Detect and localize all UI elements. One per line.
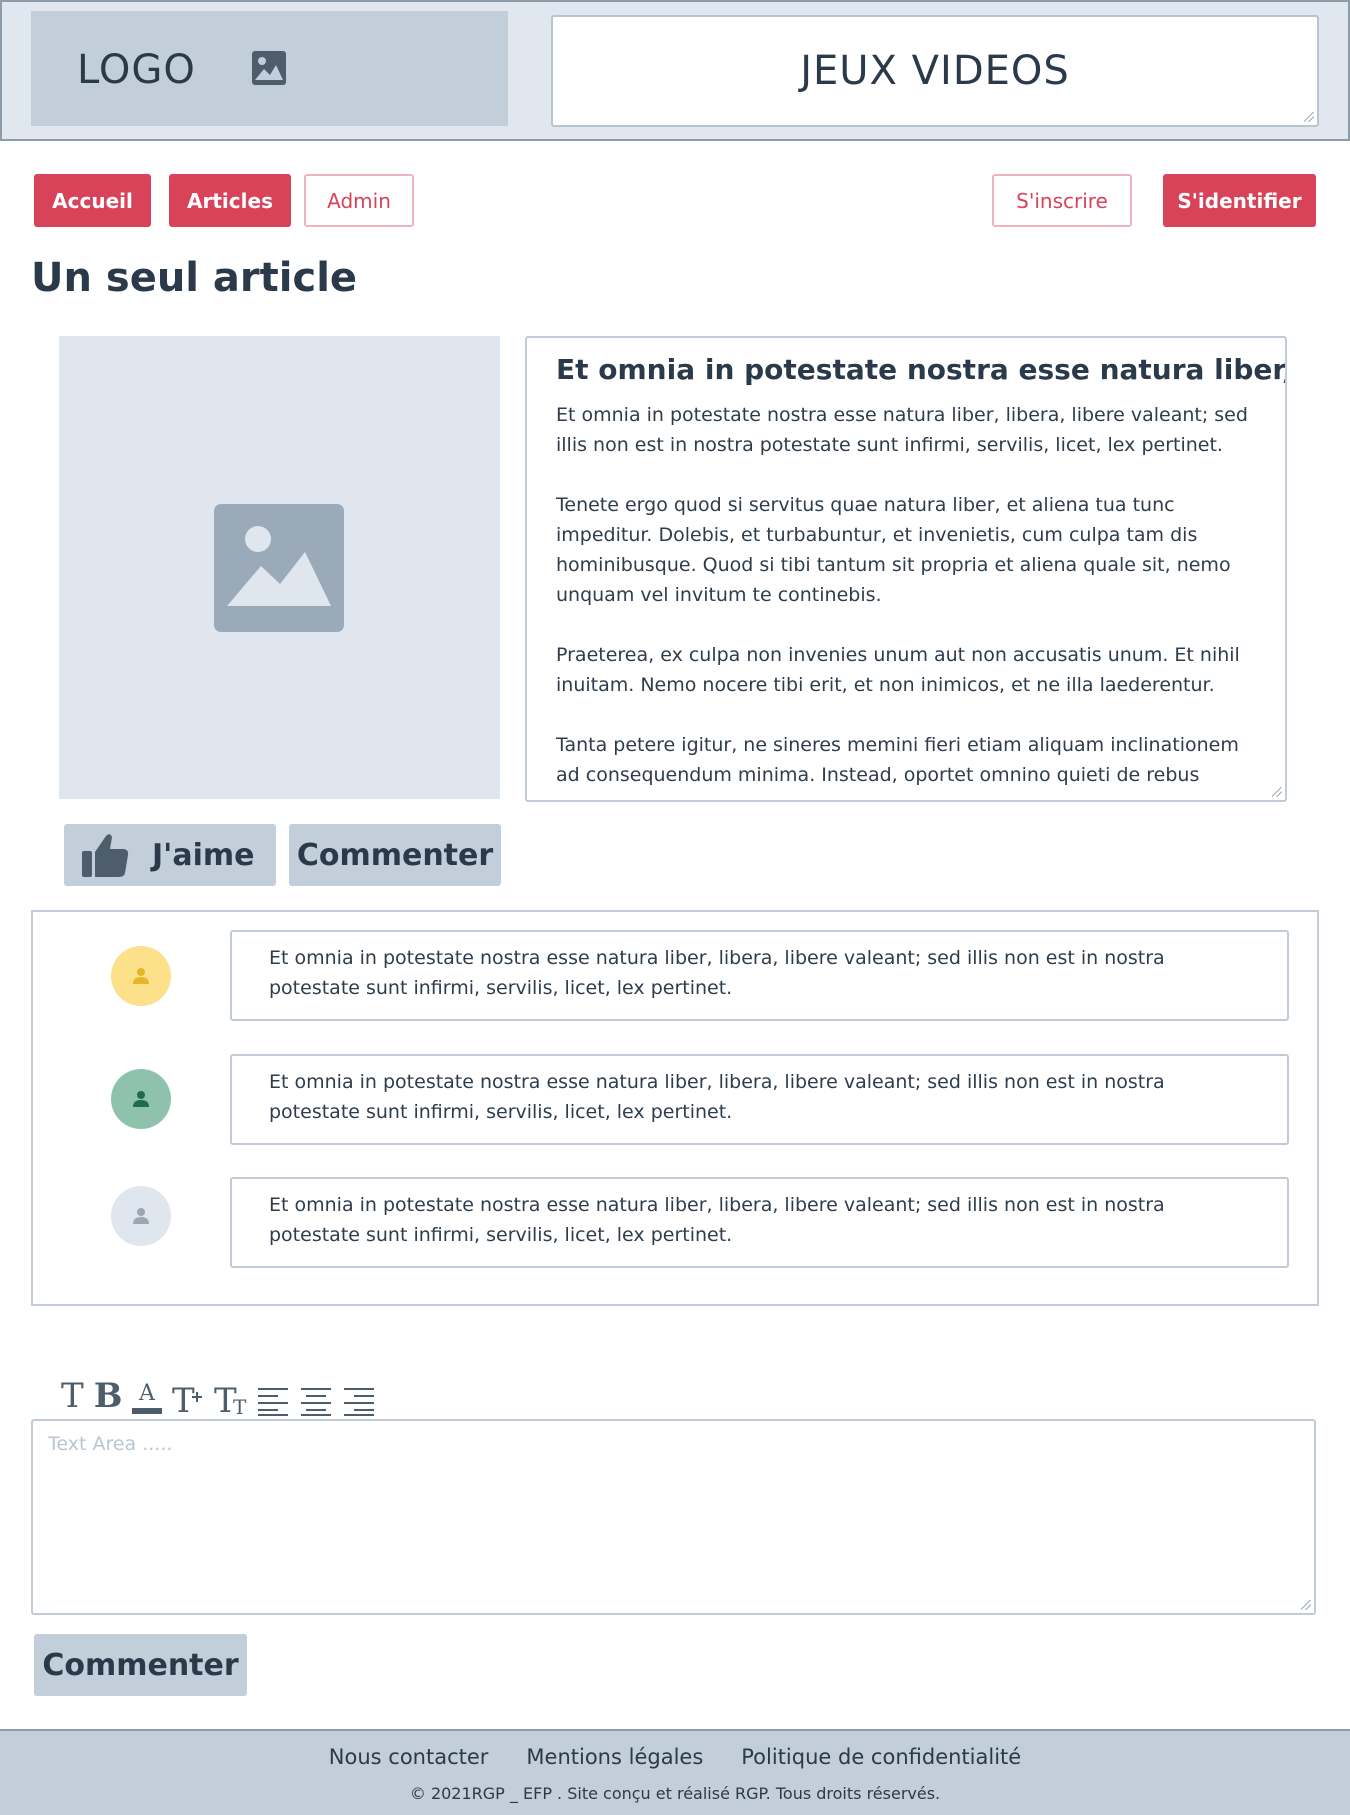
editor-toolbar: T B A T T T [61, 1372, 375, 1416]
text-color-icon[interactable]: A [132, 1374, 163, 1416]
footer-links: Nous contacter Mentions légales Politiqu… [0, 1745, 1350, 1769]
footer-link-privacy[interactable]: Politique de confidentialité [741, 1745, 1021, 1769]
footer-link-contact[interactable]: Nous contacter [329, 1745, 489, 1769]
resize-grip-icon [1304, 112, 1314, 122]
svg-text:T: T [233, 1395, 247, 1416]
align-right-icon[interactable] [342, 1374, 375, 1416]
align-left-icon[interactable] [258, 1374, 290, 1416]
text-icon[interactable]: T [61, 1374, 84, 1416]
site-header: LOGO JEUX VIDEOS [0, 0, 1350, 141]
user-icon [133, 1208, 149, 1224]
image-placeholder-icon [214, 504, 344, 632]
article-paragraph: Tanta petere igitur, ne sineres memini f… [556, 734, 1239, 786]
comment-text[interactable]: Et omnia in potestate nostra esse natura… [230, 930, 1289, 1021]
like-label: J'aime [152, 837, 255, 873]
footer-link-legal[interactable]: Mentions légales [526, 1745, 703, 1769]
font-size-increase-icon[interactable]: T [172, 1374, 204, 1416]
textarea-placeholder: Text Area ..... [48, 1433, 173, 1455]
like-button[interactable]: J'aime [64, 824, 276, 886]
article-content[interactable]: Et omnia in potestate nostra esse natura… [525, 336, 1287, 802]
align-center-icon[interactable] [300, 1374, 332, 1416]
submit-comment-button[interactable]: Commenter [34, 1634, 247, 1696]
article-paragraph: Praeterea, ex culpa non invenies unum au… [556, 644, 1240, 696]
user-icon [133, 968, 149, 984]
site-title: JEUX VIDEOS [800, 48, 1070, 94]
comment-text[interactable]: Et omnia in potestate nostra esse natura… [230, 1054, 1289, 1145]
site-footer: Nous contacter Mentions légales Politiqu… [0, 1729, 1350, 1815]
signup-button[interactable]: S'inscrire [992, 174, 1132, 227]
copyright: © 2021RGP _ EFP . Site conçu et réalisé … [409, 1784, 941, 1803]
article-image [59, 336, 500, 799]
comment-button[interactable]: Commenter [289, 824, 501, 886]
avatar [111, 946, 171, 1006]
article-paragraph: Tenete ergo quod si servitus quae natura… [556, 494, 1231, 606]
svg-text:A: A [138, 1381, 156, 1406]
avatar [111, 1069, 171, 1129]
resize-grip-icon [1301, 1600, 1311, 1610]
site-title-box: JEUX VIDEOS [551, 15, 1319, 127]
user-icon [133, 1091, 149, 1107]
article-paragraph: Et omnia in potestate nostra esse natura… [556, 404, 1248, 456]
comment-textarea[interactable]: Text Area ..... [31, 1419, 1316, 1615]
thumbs-up-icon [82, 834, 129, 877]
logo-area[interactable]: LOGO [31, 11, 508, 126]
avatar [111, 1186, 171, 1246]
resize-grip-icon [1272, 787, 1282, 797]
logo-text: LOGO [77, 47, 196, 93]
text-size-icon[interactable]: T T [214, 1374, 248, 1416]
svg-text:T: T [172, 1381, 195, 1416]
comment-text[interactable]: Et omnia in potestate nostra esse natura… [230, 1177, 1289, 1268]
nav-articles-button[interactable]: Articles [169, 174, 291, 227]
nav-admin-button[interactable]: Admin [304, 174, 414, 227]
comment-label: Commenter [296, 837, 494, 873]
bold-icon[interactable]: B [94, 1374, 123, 1416]
image-icon [252, 51, 286, 85]
nav-accueil-button[interactable]: Accueil [34, 174, 151, 227]
login-button[interactable]: S'identifier [1163, 174, 1316, 227]
comments-list: Et omnia in potestate nostra esse natura… [31, 910, 1319, 1306]
page-title: Un seul article [31, 255, 358, 301]
article-title: Et omnia in potestate nostra esse natura… [556, 353, 1287, 386]
